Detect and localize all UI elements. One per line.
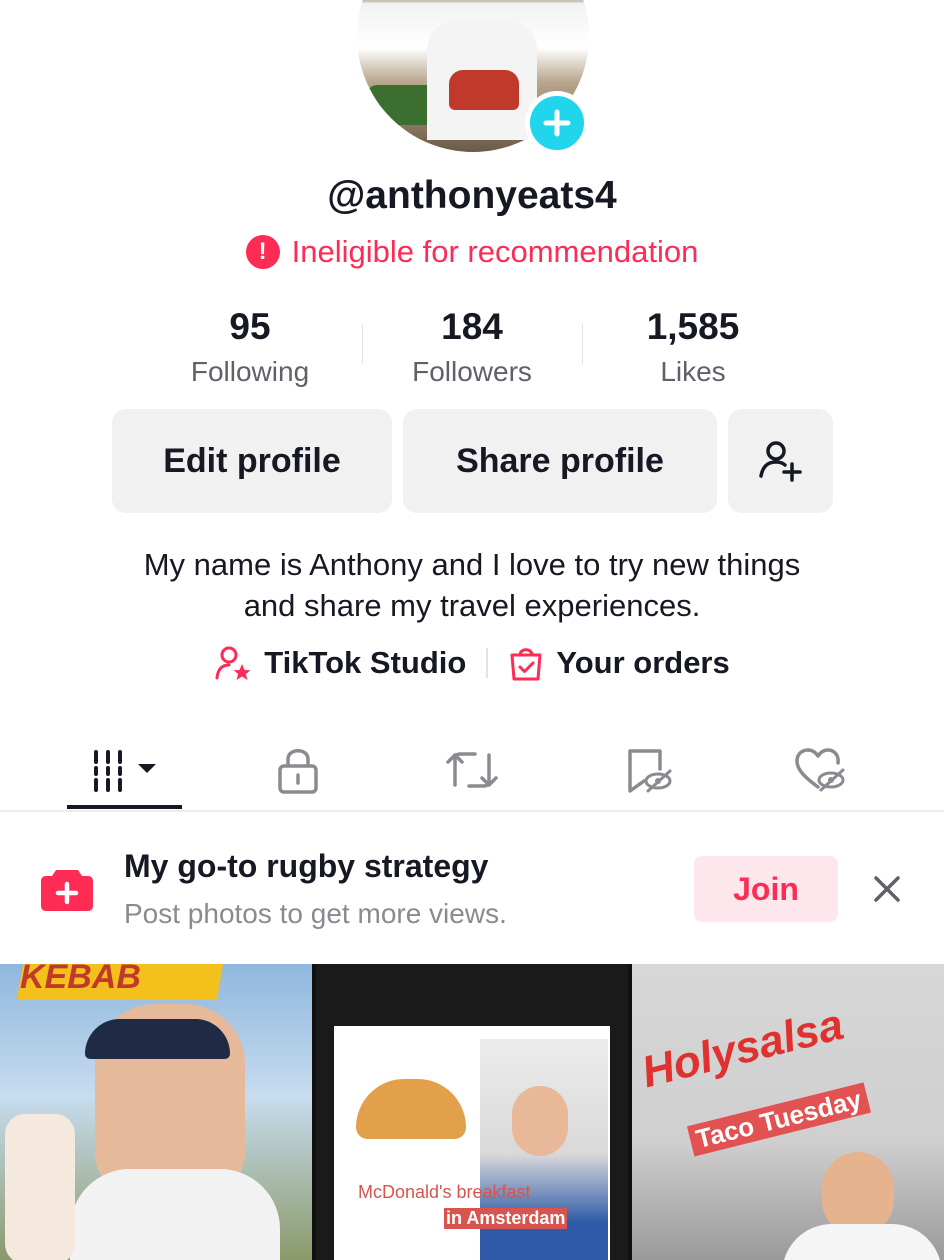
followers-label: Followers [412,356,532,387]
followers-count: 184 [441,306,503,347]
tab-reposts[interactable] [422,730,522,810]
thumbnail-overlay-text: in Amsterdam [444,1208,568,1229]
profile-links: TikTok Studio Your orders [0,644,944,682]
camera-icon [40,864,94,917]
stat-divider [582,324,583,364]
bio-line: and share my travel experiences. [243,588,701,623]
tiktok-studio-link[interactable]: TikTok Studio [214,644,466,682]
avatar-photo-car [449,70,519,110]
banner-subtitle: Post photos to get more views. [124,898,507,929]
tab-videos[interactable] [67,730,182,810]
following-label: Following [190,356,310,387]
grid-icon [93,750,156,792]
followers-stat[interactable]: 184 Followers [372,306,572,388]
thumbnail-wrap [5,1114,75,1260]
heart-hidden-icon [795,748,845,792]
edit-profile-label: Edit profile [163,441,341,480]
add-photo-button[interactable] [525,91,589,155]
share-profile-label: Share profile [456,441,664,480]
thumbnail-shirt [70,1169,280,1260]
link-divider [486,648,489,678]
profile-tab-bar [0,730,944,812]
thumbnail-face [512,1086,568,1156]
likes-stat[interactable]: 1,585 Likes [593,306,793,388]
thumbnail-visor [85,1019,230,1059]
stat-divider [362,324,363,364]
close-icon[interactable] [870,872,904,911]
video-thumbnail[interactable]: KEBAB [0,964,312,1260]
likes-label: Likes [660,356,726,387]
thumbnail-overlay-text: McDonald's breakfast [358,1182,531,1202]
tab-liked[interactable] [770,730,870,810]
video-thumbnail[interactable]: McDonald's breakfast in Amsterdam [316,964,628,1260]
bio-line: My name is Anthony and I love to try new… [143,547,801,582]
tiktok-studio-label: TikTok Studio [264,645,467,680]
recommendation-warning[interactable]: ! Ineligible for recommendation [0,234,944,270]
edit-profile-button[interactable]: Edit profile [112,409,392,513]
video-grid: KEBAB McDonald's breakfast in Amsterdam … [0,964,944,1260]
banner-title: My go-to rugby strategy [124,848,489,884]
video-thumbnail[interactable]: Holysalsa Taco Tuesday [632,964,944,1260]
your-orders-label: Your orders [556,645,730,680]
thumbnail-neon-sign: Holysalsa [637,999,849,1098]
add-person-icon [758,441,802,482]
active-tab-indicator [67,805,182,809]
repost-icon [446,752,498,788]
following-stat[interactable]: 95 Following [150,306,350,388]
following-count: 95 [229,306,271,347]
tab-private[interactable] [248,730,348,810]
bio: My name is Anthony and I love to try new… [60,544,884,626]
share-profile-button[interactable]: Share profile [403,409,717,513]
alert-icon: ! [245,235,280,269]
lock-icon [278,749,318,794]
add-friends-button[interactable] [728,409,833,513]
tab-favorites[interactable] [598,730,698,810]
thumbnail-overlay-text: KEBAB [20,964,141,996]
your-orders-link[interactable]: Your orders [508,644,730,682]
likes-count: 1,585 [646,306,740,347]
thumbnail-shirt [782,1224,942,1260]
username: @anthonyeats4 [327,174,617,217]
shopping-bag-icon [510,648,542,681]
join-button[interactable]: Join [694,856,838,922]
bookmark-hidden-icon [628,749,672,793]
creator-star-icon [215,646,251,680]
thumbnail-overlay-text: Taco Tuesday [686,1082,871,1157]
plus-icon [543,109,571,137]
warning-text: Ineligible for recommendation [291,234,699,269]
